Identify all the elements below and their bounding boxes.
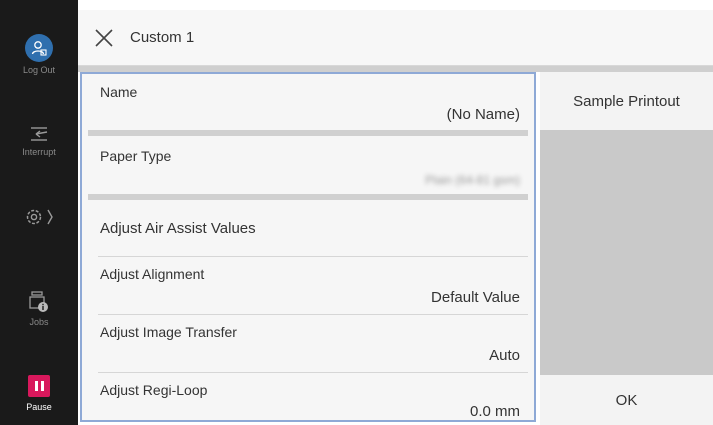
item-value: Auto: [489, 347, 520, 364]
header-bar: Custom 1: [78, 10, 713, 66]
item-label: Paper Type: [100, 148, 172, 164]
pause-label: Pause: [26, 402, 52, 412]
list-item-adjust-regi-loop[interactable]: Adjust Regi-Loop 0.0 mm: [82, 373, 534, 420]
item-value: Default Value: [431, 289, 520, 306]
interrupt-button[interactable]: Interrupt: [0, 124, 78, 157]
list-item-name[interactable]: Name (No Name): [82, 74, 534, 130]
interrupt-label: Interrupt: [22, 147, 56, 157]
jobs-icon: [29, 291, 48, 312]
preview-area: [540, 130, 713, 375]
jobs-label: Jobs: [29, 317, 49, 327]
ok-button[interactable]: OK: [540, 375, 713, 425]
page-title: Custom 1: [130, 29, 195, 46]
list-item-adjust-air-assist[interactable]: Adjust Air Assist Values: [82, 200, 534, 256]
item-label: Adjust Air Assist Values: [100, 220, 256, 237]
item-label: Adjust Regi-Loop: [100, 382, 208, 398]
sample-printout-button[interactable]: Sample Printout: [540, 72, 713, 130]
item-label: Adjust Alignment: [100, 266, 205, 282]
logout-label: Log Out: [22, 65, 56, 75]
gear-icon: [26, 209, 42, 225]
interrupt-icon: [31, 127, 48, 141]
item-label: Name: [100, 84, 138, 100]
pause-button[interactable]: Pause: [0, 375, 78, 412]
logout-button[interactable]: Log Out: [0, 34, 78, 75]
pause-icon: [28, 375, 50, 397]
settings-list: Name (No Name) Paper Type Plain (64-81 g…: [80, 72, 536, 422]
chevron-right-icon: [47, 209, 53, 225]
item-label: Adjust Image Transfer: [100, 324, 237, 340]
close-icon[interactable]: [92, 26, 116, 50]
item-value: 0.0 mm: [469, 403, 520, 420]
device-settings-button[interactable]: [0, 206, 78, 228]
list-item-adjust-alignment[interactable]: Adjust Alignment Default Value: [82, 257, 534, 314]
item-value: (No Name): [446, 106, 520, 123]
list-item-adjust-image-transfer[interactable]: Adjust Image Transfer Auto: [82, 315, 534, 372]
item-value: Plain (64-81 gsm): [425, 173, 520, 187]
list-item-paper-type[interactable]: Paper Type Plain (64-81 gsm): [82, 136, 534, 194]
jobs-button[interactable]: Jobs: [0, 290, 78, 327]
user-logout-icon: [25, 34, 53, 62]
side-rail: Log Out Interrupt Jobs Pause: [0, 0, 78, 425]
